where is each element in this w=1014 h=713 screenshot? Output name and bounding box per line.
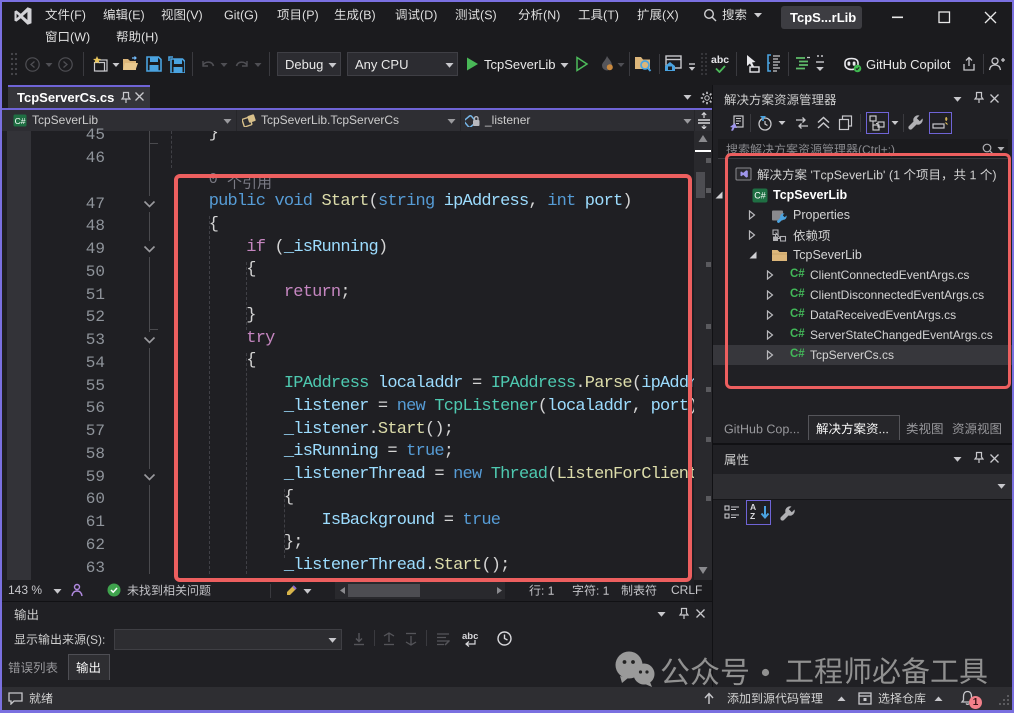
svg-text:C#: C#: [15, 116, 26, 126]
